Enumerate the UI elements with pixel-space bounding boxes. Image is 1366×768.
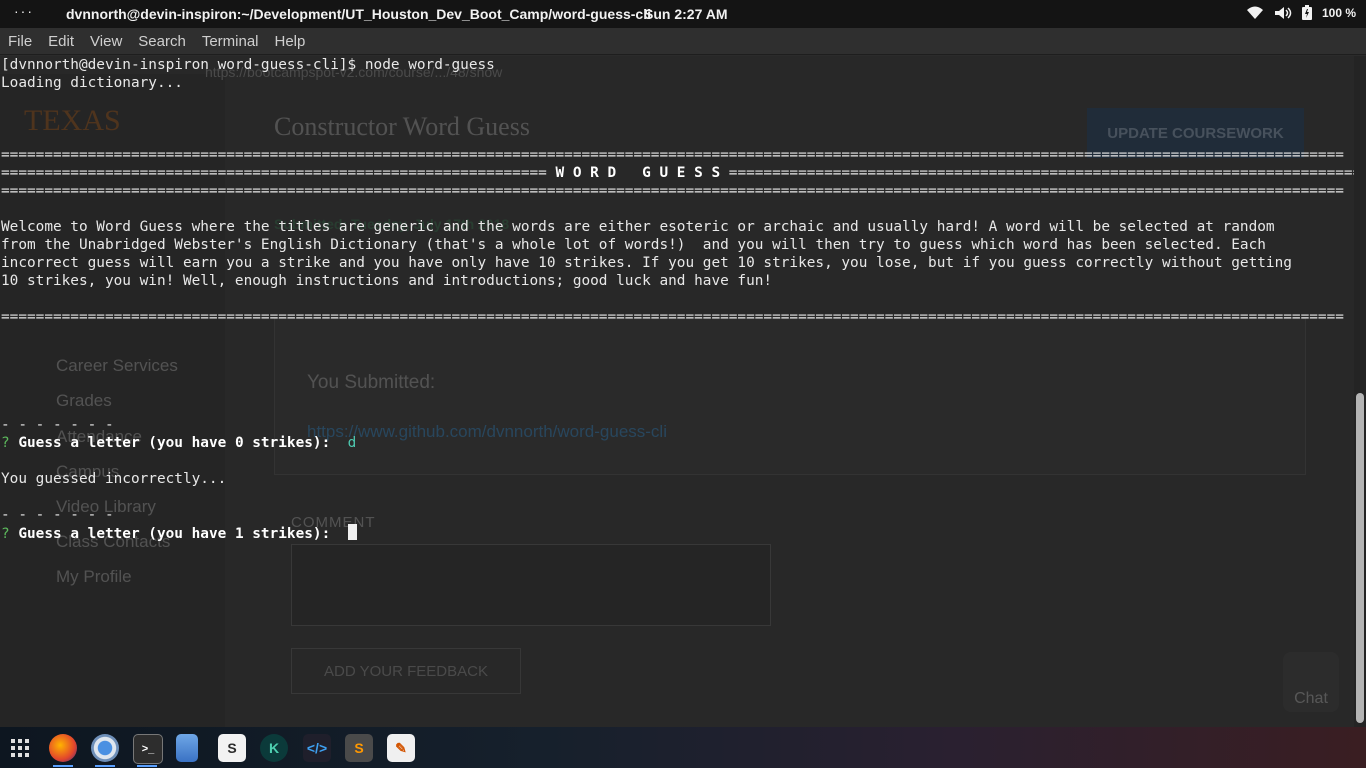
terminal-menubar: File Edit View Search Terminal Help (0, 28, 1366, 55)
guess-prompt-1: Guess a letter (you have 0 strikes): (18, 435, 331, 451)
chromium-running-indicator (95, 765, 115, 767)
ghost-nav-profile: My Profile (56, 567, 132, 586)
gitkraken-icon[interactable]: K (260, 734, 288, 762)
question-mark-icon: ? (1, 435, 10, 451)
wifi-icon[interactable] (1246, 6, 1264, 20)
menu-help[interactable]: Help (275, 33, 306, 50)
welcome-line-3: incorrect guess will earn you a strike a… (1, 255, 1292, 271)
word-blanks-1: - - - - - - - (1, 417, 114, 433)
ghost-comment-textarea (291, 544, 771, 626)
text-cursor[interactable] (347, 524, 357, 540)
rule-end: ========================================… (1, 309, 1344, 325)
firefox-running-indicator (53, 765, 73, 767)
menu-search[interactable]: Search (138, 33, 186, 50)
ghost-add-feedback-button: ADD YOUR FEEDBACK (291, 648, 521, 694)
terminal-output: [dvnnorth@devin-inspiron word-guess-cli]… (1, 56, 1354, 543)
terminal-scrollbar[interactable] (1354, 56, 1366, 727)
text-editor-icon[interactable]: ✎ (387, 734, 415, 762)
battery-icon[interactable] (1301, 5, 1312, 20)
guess-prompt-2: Guess a letter (you have 1 strikes): (18, 526, 331, 542)
scrollbar-thumb[interactable] (1356, 393, 1364, 723)
banner-rule-right: ========================================… (728, 165, 1354, 181)
app-grid-icon[interactable] (6, 734, 34, 762)
terminal-running-indicator (137, 765, 157, 767)
rule-top: ========================================… (1, 147, 1344, 163)
loading-line: Loading dictionary... (1, 75, 183, 91)
welcome-line-2: from the Unabridged Webster's English Di… (1, 237, 1266, 253)
incorrect-message: You guessed incorrectly... (1, 471, 227, 487)
terminal-icon[interactable]: >_ (133, 734, 163, 764)
ghost-chat-button: Chat (1283, 652, 1339, 712)
dock: >_ S K </> S ✎ (0, 727, 1366, 768)
volume-icon[interactable] (1274, 6, 1292, 20)
system-tray[interactable]: 100 % (1246, 5, 1356, 20)
activities-menu-icon[interactable]: ··· (14, 3, 34, 19)
clock[interactable]: Sun 2:27 AM (644, 6, 728, 22)
welcome-line-1: Welcome to Word Guess where the titles a… (1, 219, 1275, 235)
question-mark-icon-2: ? (1, 526, 10, 542)
banner-title: W O R D G U E S S (546, 165, 729, 181)
terminal-window[interactable]: https://bootcampspot-v2.com/course/.../4… (0, 56, 1354, 727)
firefox-icon[interactable] (49, 734, 77, 762)
welcome-line-4: 10 strikes, you win! Well, enough instru… (1, 273, 773, 289)
menu-file[interactable]: File (8, 33, 32, 50)
sublime-text-icon[interactable]: S (345, 734, 373, 762)
battery-percentage: 100 % (1321, 5, 1356, 20)
command-line: [dvnnorth@devin-inspiron word-guess-cli]… (1, 57, 495, 73)
window-title: dvnnorth@devin-inspiron:~/Development/UT… (66, 6, 651, 22)
files-icon[interactable] (176, 734, 198, 762)
system-top-bar: ··· dvnnorth@devin-inspiron:~/Developmen… (0, 0, 1366, 28)
word-blanks-2: - - - - - - - (1, 507, 114, 523)
guess-answer-1: d (347, 435, 357, 451)
menu-terminal[interactable]: Terminal (202, 33, 259, 50)
rule-bottom: ========================================… (1, 183, 1344, 199)
chromium-icon[interactable] (91, 734, 119, 762)
slack-icon[interactable]: S (218, 734, 246, 762)
menu-edit[interactable]: Edit (48, 33, 74, 50)
menu-view[interactable]: View (90, 33, 122, 50)
banner-rule-left: ========================================… (1, 165, 547, 181)
vscode-icon[interactable]: </> (303, 734, 331, 762)
